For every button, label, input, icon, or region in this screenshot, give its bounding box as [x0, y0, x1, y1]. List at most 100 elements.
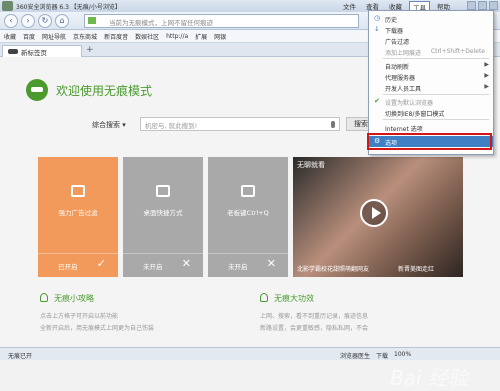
bookmark-favorites[interactable]: 收藏 — [4, 32, 16, 41]
search-type-select[interactable]: 综合搜索 ▾ — [92, 120, 126, 130]
bookmark-bank[interactable]: 网银 — [214, 32, 226, 41]
tip-heading-effects: 无痕大功效 — [274, 294, 314, 303]
video-title: 无聊就看 — [297, 161, 325, 169]
new-tab-plus-icon[interactable]: + — [86, 46, 94, 55]
video-thumbnail[interactable]: 无聊就看 北影学霸校花甜照萌翻网友 新晋美图走红 — [293, 157, 463, 277]
tile-state: 未开启 — [143, 263, 163, 271]
video-caption-right[interactable]: 新晋美图走红 — [398, 264, 434, 273]
close-icon[interactable] — [489, 1, 498, 10]
check-icon: ✔ — [374, 97, 380, 105]
status-mode: 无痕已开 — [8, 353, 33, 360]
check-icon: ✓ — [96, 257, 106, 270]
watermark: Bai 经验 — [390, 366, 468, 390]
status-items: 浏览器医生 下载 100% — [340, 351, 411, 360]
menu-item-downloads[interactable]: ↓ 下载器 — [369, 24, 493, 35]
menu-item-internet-options[interactable]: Internet 选项 — [369, 122, 493, 133]
home-icon[interactable]: ⌂ — [55, 14, 69, 28]
menu-item-switch-ie[interactable]: 切换到IE8/多窗口模式 — [369, 107, 493, 118]
download-icon: ↓ — [374, 25, 380, 33]
bookmark-music[interactable]: 新百度音 — [104, 32, 128, 41]
tile-footer: 已开启 ✓ — [38, 253, 118, 277]
app-logo-icon — [2, 1, 13, 11]
menu-item-label: 切换到IE8/多窗口模式 — [385, 111, 445, 118]
tile-footer: 未开启 ✕ — [123, 253, 203, 277]
history-icon: ◷ — [374, 14, 381, 22]
menu-item-proxy[interactable]: 代理服务器 ▶ — [369, 71, 493, 82]
download-button[interactable]: 下载 — [376, 351, 388, 360]
trophy-icon — [260, 293, 268, 302]
bookmark-community[interactable]: 数娱社区 — [135, 32, 159, 41]
zoom-level[interactable]: 100% — [394, 351, 411, 360]
bookmark-extensions[interactable]: 扩展 — [195, 32, 207, 41]
status-bar: 无痕已开 浏览器医生 下载 100% — [0, 347, 500, 360]
tile-state: 已开启 — [58, 263, 78, 271]
video-caption-left[interactable]: 北影学霸校花甜照萌翻网友 — [297, 264, 369, 273]
cross-icon: ✕ — [181, 257, 191, 270]
incognito-logo-icon — [26, 79, 48, 101]
menu-item-label: 自动刷新 — [385, 64, 410, 71]
tip-line: 全新开启后，用无痕模式上网更为自己伤装 — [40, 325, 155, 332]
bookmark-nav[interactable]: 网址导航 — [42, 32, 66, 41]
menu-item-clear-traces[interactable]: 添加上网痕迹 Ctrl+Shift+Delete — [369, 46, 493, 57]
window-controls — [467, 1, 498, 10]
menu-item-label: 开发人员工具 — [385, 86, 422, 93]
play-icon[interactable] — [360, 199, 388, 227]
refresh-icon[interactable]: ↻ — [38, 14, 52, 28]
menu-item-default-browser[interactable]: ✔ 设置为默认浏览器 — [369, 96, 493, 107]
cross-icon: ✕ — [266, 257, 276, 270]
tile-label: 老板键Ctrl+Q — [227, 209, 269, 217]
window-title: 360安全浏览器 6.3 【无痕/小号浏览】 — [16, 4, 121, 11]
mask-shortcut-icon — [156, 185, 170, 197]
back-icon[interactable]: ‹ — [4, 14, 18, 28]
menu-separator — [383, 94, 489, 95]
search-input[interactable]: 机密与, 就此搜到! — [140, 117, 340, 131]
bookmark-jd[interactable]: 京东商城 — [73, 32, 97, 41]
tab-label: 新标签页 — [21, 49, 47, 57]
submenu-arrow-icon: ▶ — [484, 83, 489, 90]
shield-icon — [88, 17, 96, 24]
menu-item-label: Internet 选项 — [385, 126, 423, 133]
lightbulb-icon — [40, 293, 48, 302]
bookmark-url[interactable]: http://a — [166, 33, 188, 40]
tile-label: 强力广告过滤 — [58, 209, 98, 217]
menu-item-label: 添加上网痕迹 — [385, 50, 422, 57]
ad-block-icon — [71, 185, 85, 197]
forward-icon[interactable]: › — [21, 14, 35, 28]
tab-new[interactable]: 新标签页 — [2, 45, 82, 57]
address-bar[interactable]: 当前为无痕模式，上网不留任何痕迹 — [84, 14, 359, 28]
microphone-icon[interactable] — [331, 121, 335, 128]
tile-label: 桌面快捷方式 — [143, 209, 183, 217]
menu-item-label: 代理服务器 — [385, 75, 416, 82]
boss-key-icon — [241, 185, 255, 197]
tip-heading-guide: 无痕小攻略 — [54, 294, 94, 303]
submenu-arrow-icon: ▶ — [484, 61, 489, 68]
minimize-icon[interactable] — [467, 1, 476, 10]
tile-state: 未开启 — [228, 263, 248, 271]
submenu-arrow-icon: ▶ — [484, 72, 489, 79]
tile-boss-key[interactable]: 老板键Ctrl+Q 未开启 ✕ — [208, 157, 288, 277]
menu-item-ad-filter[interactable]: 广告过滤 — [369, 35, 493, 46]
maximize-icon[interactable] — [478, 1, 487, 10]
menu-item-label: 广告过滤 — [385, 39, 410, 46]
highlight-box — [367, 133, 492, 150]
menu-separator — [383, 58, 489, 59]
menu-item-auto-refresh[interactable]: 自动刷新 ▶ — [369, 60, 493, 71]
menu-item-label: 历史 — [385, 17, 398, 24]
menu-item-label: 下载器 — [385, 28, 404, 35]
tip-line: 新路设置，会更重敏感，隐私私网，不会 — [260, 325, 369, 332]
menu-item-label: 设置为默认浏览器 — [385, 100, 434, 107]
tip-line: 点击上方格子可开启以前功能 — [40, 313, 119, 320]
browser-doctor-button[interactable]: 浏览器医生 — [340, 351, 370, 360]
tile-footer: 未开启 ✕ — [208, 253, 288, 277]
bookmark-baidu[interactable]: 百度 — [23, 32, 35, 41]
menu-item-dev-tools[interactable]: 开发人员工具 ▶ — [369, 82, 493, 93]
menu-separator — [383, 119, 489, 120]
welcome-heading: 欢迎使用无痕模式 — [56, 84, 153, 98]
tile-ad-filter[interactable]: 强力广告过滤 已开启 ✓ — [38, 157, 118, 277]
search-type-label: 综合搜索 — [92, 121, 120, 129]
menu-item-shortcut: Ctrl+Shift+Delete — [430, 48, 485, 55]
tip-line: 上网、搜索，看不到重历记录，痕迹信息 — [260, 313, 369, 320]
tile-desktop-shortcut[interactable]: 桌面快捷方式 未开启 ✕ — [123, 157, 203, 277]
menu-item-history[interactable]: ◷ 历史 — [369, 13, 493, 24]
incognito-mask-icon — [8, 49, 18, 54]
